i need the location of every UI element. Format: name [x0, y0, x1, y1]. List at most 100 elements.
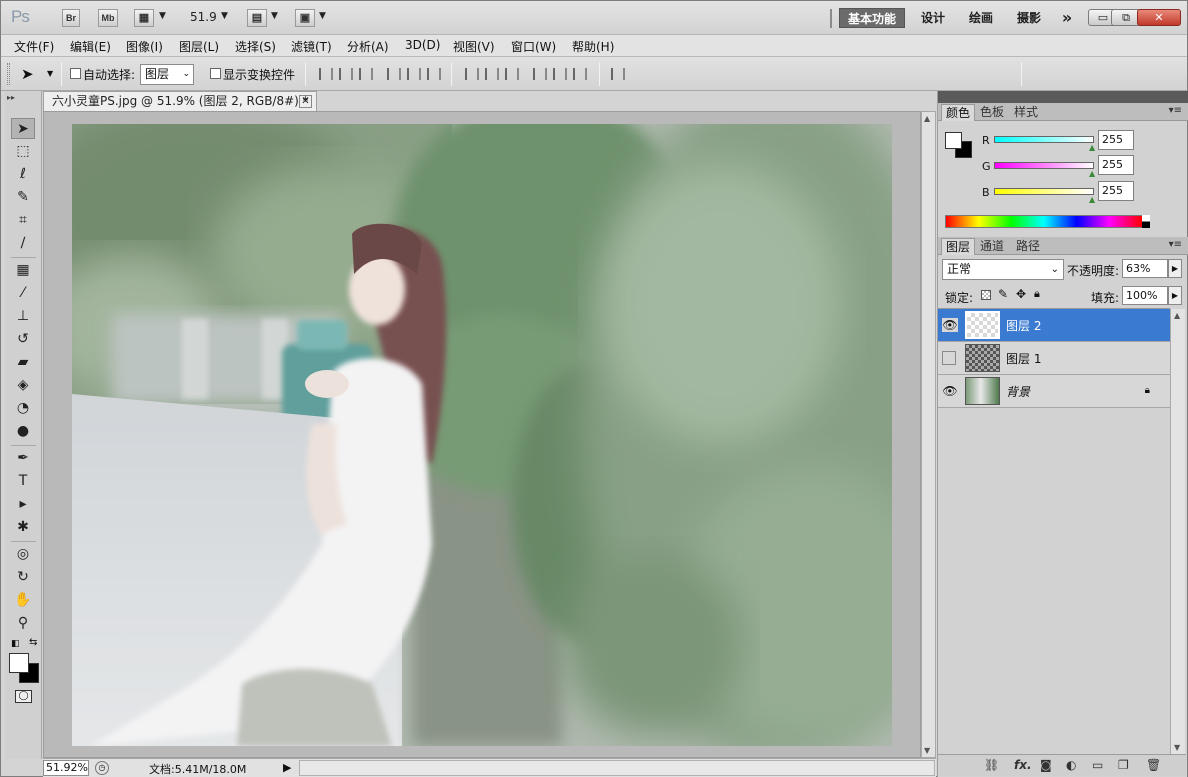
distribute-vcenter-icon[interactable] — [485, 68, 499, 80]
move-tool-icon[interactable]: ➤ — [11, 118, 35, 139]
distribute-left-icon[interactable] — [533, 68, 547, 80]
view-extras-button[interactable]: ▦ — [134, 9, 154, 27]
bridge-button[interactable]: Br — [62, 9, 80, 27]
auto-align-icon[interactable] — [611, 68, 625, 80]
screen-mode-button[interactable]: ▣ — [295, 9, 315, 27]
lock-transparency-icon[interactable] — [981, 290, 991, 300]
default-colors-icon[interactable]: ◧ — [11, 639, 20, 649]
tab-layers[interactable]: 图层 — [941, 238, 976, 255]
b-slider-knob[interactable]: ▲ — [1089, 196, 1096, 204]
menu-select[interactable]: 选择(S) — [235, 38, 276, 55]
swap-colors-icon[interactable]: ⇆ — [29, 637, 37, 648]
arrange-documents-button[interactable]: ▤ — [247, 9, 267, 27]
adjustment-icon[interactable]: ◐ — [1066, 758, 1076, 772]
foreground-color-swatch[interactable] — [9, 653, 29, 673]
blur-tool-icon[interactable]: ◔ — [11, 398, 35, 419]
distribute-top-icon[interactable] — [465, 68, 479, 80]
menu-file[interactable]: 文件(F) — [14, 38, 54, 55]
healing-brush-tool-icon[interactable]: ▦ — [11, 260, 35, 281]
r-slider-knob[interactable]: ▲ — [1089, 144, 1096, 152]
align-right-icon[interactable] — [427, 68, 441, 80]
tab-paths[interactable]: 路径 — [1012, 238, 1044, 255]
opacity-field[interactable]: 63% — [1122, 259, 1168, 278]
panel-dock-header[interactable] — [938, 91, 1188, 103]
layer-row[interactable]: 图层 1 — [938, 342, 1170, 375]
lasso-tool-icon[interactable]: ℓ — [11, 164, 35, 185]
zoom-tool-icon[interactable]: ⚲ — [11, 613, 35, 634]
paint-bucket-tool-icon[interactable]: ◈ — [11, 375, 35, 396]
canvas-horizontal-scrollbar[interactable] — [299, 760, 935, 776]
minibridge-button[interactable]: Mb — [98, 9, 118, 27]
lock-all-icon[interactable]: 🔒︎ — [1034, 287, 1040, 301]
chevron-down-icon[interactable]: ▼ — [221, 11, 228, 21]
shape-tool-icon[interactable]: ✱ — [11, 517, 35, 538]
tab-styles[interactable]: 样式 — [1010, 104, 1042, 121]
distribute-hcenter-icon[interactable] — [553, 68, 567, 80]
history-brush-tool-icon[interactable]: ↺ — [11, 329, 35, 350]
3d-orbit-tool-icon[interactable]: ↻ — [11, 567, 35, 588]
zoom-level[interactable]: 51.9 — [190, 10, 217, 24]
crop-tool-icon[interactable]: ⌗ — [11, 210, 35, 231]
menu-edit[interactable]: 编辑(E) — [70, 38, 111, 55]
chevron-down-icon[interactable]: ▼ — [319, 11, 326, 21]
menu-3d[interactable]: 3D(D) — [405, 38, 440, 52]
b-value-field[interactable]: 255 — [1098, 181, 1134, 201]
g-slider[interactable] — [994, 162, 1094, 169]
align-left-icon[interactable] — [387, 68, 401, 80]
menu-help[interactable]: 帮助(H) — [572, 38, 614, 55]
chevron-down-icon[interactable]: ▼ — [159, 11, 166, 21]
layer-name[interactable]: 图层 1 — [1006, 350, 1041, 367]
panel-foreground-swatch[interactable] — [945, 132, 962, 149]
workspace-essentials[interactable]: 基本功能 — [839, 8, 905, 28]
clone-stamp-tool-icon[interactable]: ⊥ — [11, 306, 35, 327]
canvas-vertical-scrollbar[interactable]: ▲ ▼ — [921, 111, 936, 758]
opacity-slider-arrow-icon[interactable]: ▶ — [1168, 259, 1182, 278]
layer-row[interactable]: 👁︎ 背景 🔒︎ — [938, 375, 1170, 408]
status-menu-arrow-icon[interactable]: ▶ — [283, 761, 291, 774]
show-transform-checkbox[interactable] — [210, 68, 221, 79]
workspace-painting[interactable]: 绘画 — [961, 8, 1001, 28]
lock-pixels-icon[interactable]: ✎ — [998, 287, 1008, 301]
status-info-icon[interactable]: ◷ — [95, 761, 109, 775]
grip-handle[interactable] — [7, 63, 10, 85]
more-workspaces-icon[interactable]: » — [1055, 8, 1079, 28]
auto-select-checkbox[interactable] — [70, 68, 81, 79]
path-selection-tool-icon[interactable]: ▸ — [11, 494, 35, 515]
tab-channels[interactable]: 通道 — [976, 238, 1008, 255]
layer-name[interactable]: 图层 2 — [1006, 317, 1041, 334]
link-icon[interactable]: ⛓︎ — [984, 758, 999, 772]
fill-field[interactable]: 100% — [1122, 286, 1168, 305]
eye-icon[interactable]: 👁︎ — [942, 318, 958, 332]
panel-menu-icon[interactable]: ▾≡ — [1169, 105, 1182, 116]
align-top-icon[interactable] — [319, 68, 333, 80]
menu-view[interactable]: 视图(V) — [453, 38, 495, 55]
group-icon[interactable]: ▭ — [1092, 758, 1103, 772]
eraser-tool-icon[interactable]: ▰ — [11, 352, 35, 373]
layers-scrollbar[interactable]: ▲ ▼ — [1170, 309, 1185, 754]
close-document-icon[interactable]: ✕ — [299, 95, 312, 108]
scroll-up-icon[interactable]: ▲ — [1174, 311, 1180, 320]
color-spectrum-bar[interactable] — [945, 215, 1150, 228]
type-tool-icon[interactable]: T — [11, 471, 35, 492]
blend-mode-dropdown[interactable]: 正常 ⌄ — [942, 259, 1064, 280]
dodge-tool-icon[interactable]: ● — [11, 421, 35, 442]
visibility-toggle-empty[interactable] — [942, 351, 956, 365]
close-button[interactable]: ✕ — [1137, 9, 1181, 26]
hand-tool-icon[interactable]: ✋ — [11, 590, 35, 611]
workspace-design[interactable]: 设计 — [915, 8, 951, 28]
collapse-toolbox-icon[interactable]: ▸▸ — [7, 93, 15, 102]
eye-icon[interactable]: 👁︎ — [942, 384, 958, 398]
fill-slider-arrow-icon[interactable]: ▶ — [1168, 286, 1182, 305]
tab-swatches[interactable]: 色板 — [976, 104, 1008, 121]
quick-select-tool-icon[interactable]: ✎ — [11, 187, 35, 208]
lock-position-icon[interactable]: ✥ — [1016, 287, 1026, 301]
3d-rotate-tool-icon[interactable]: ◎ — [11, 544, 35, 565]
pen-tool-icon[interactable]: ✒ — [11, 448, 35, 469]
menu-window[interactable]: 窗口(W) — [511, 38, 556, 55]
menu-image[interactable]: 图像(I) — [126, 38, 163, 55]
tab-color[interactable]: 颜色 — [941, 104, 976, 121]
align-bottom-icon[interactable] — [359, 68, 373, 80]
fx-icon[interactable]: fx. — [1014, 758, 1032, 772]
layer-name[interactable]: 背景 — [1006, 383, 1030, 400]
distribute-right-icon[interactable] — [573, 68, 587, 80]
